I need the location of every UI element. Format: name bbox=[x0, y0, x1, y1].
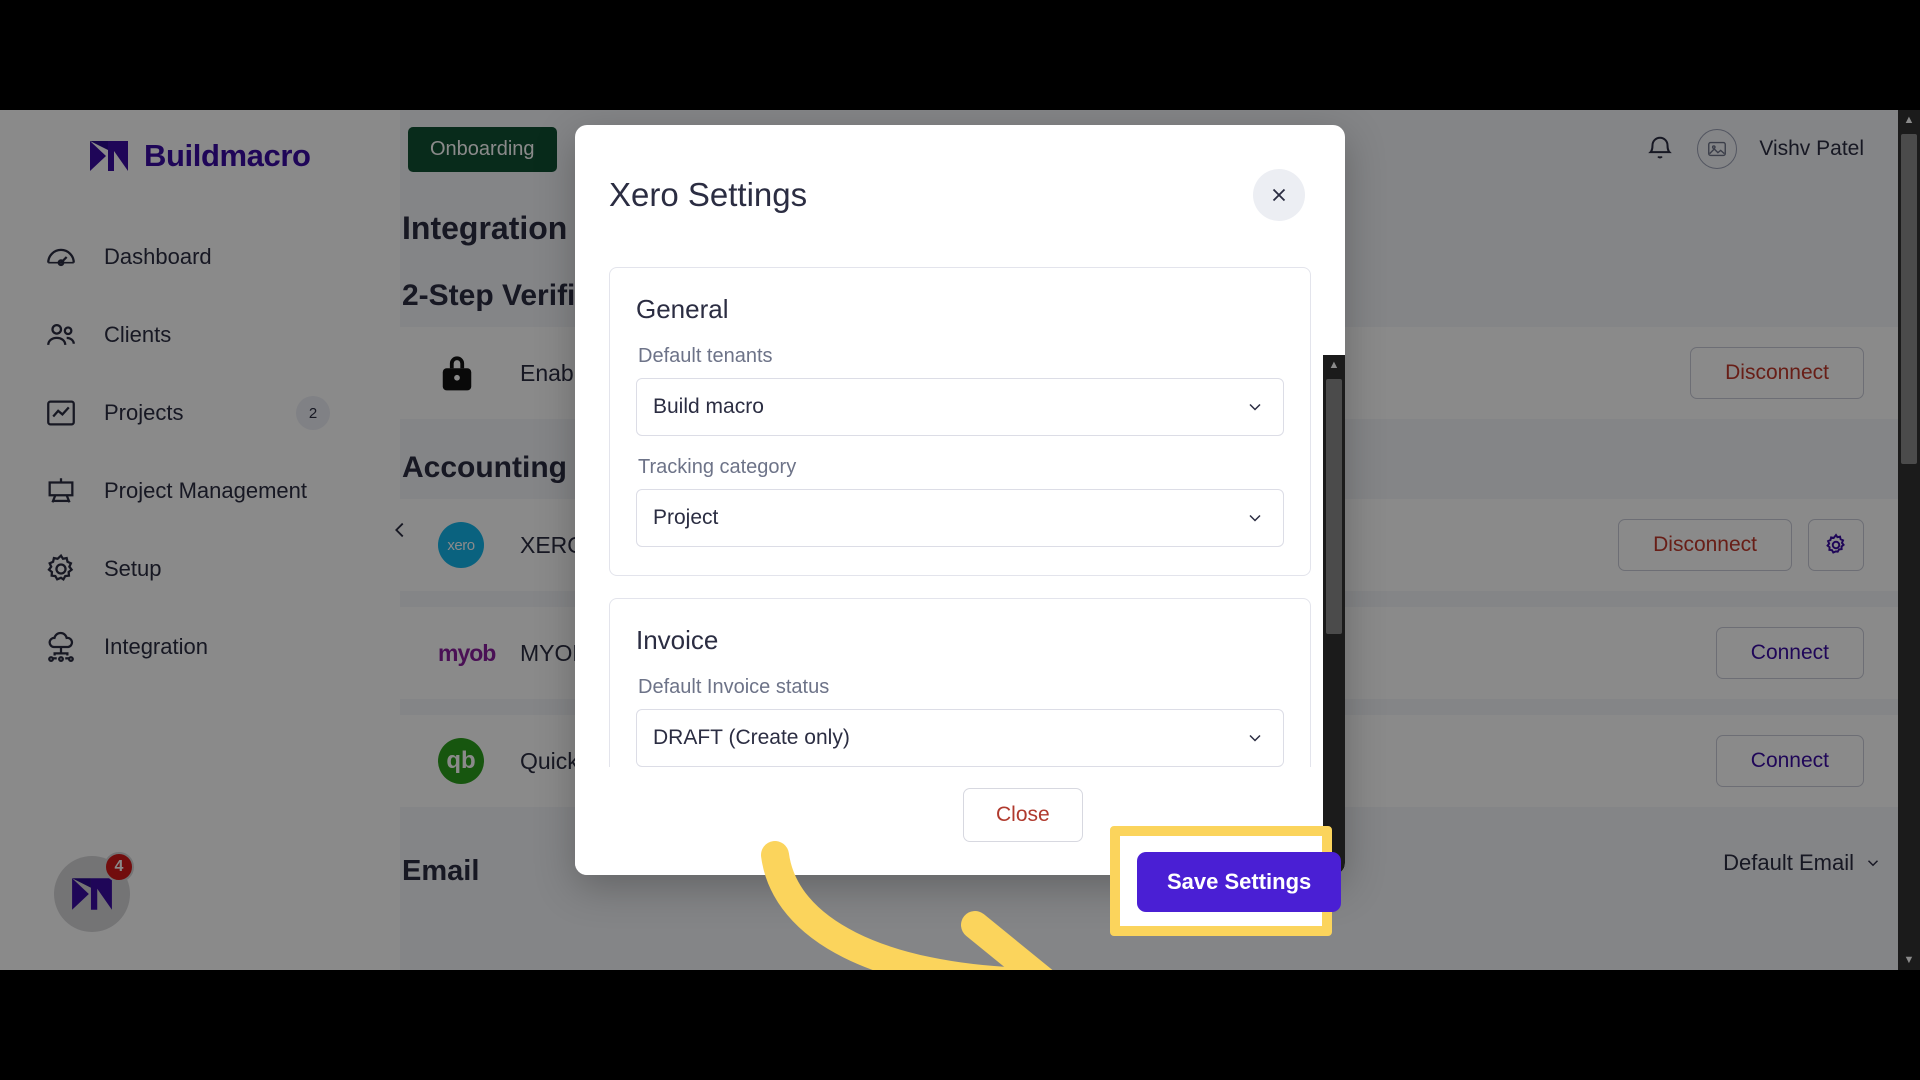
default-tenants-value: Build macro bbox=[653, 395, 764, 418]
general-fieldset: General Default tenants Build macro Trac… bbox=[609, 267, 1311, 576]
field-label-tracking-category: Tracking category bbox=[638, 456, 797, 478]
default-tenants-select[interactable]: Build macro bbox=[636, 378, 1284, 436]
field-label-default-tenants: Default tenants bbox=[638, 345, 773, 367]
scroll-up-arrow-icon[interactable]: ▲ bbox=[1323, 355, 1345, 375]
tracking-category-value: Project bbox=[653, 506, 719, 529]
page-scrollbar[interactable]: ▲ ▼ bbox=[1898, 110, 1920, 970]
invoice-fieldset: Invoice Default Invoice status DRAFT (Cr… bbox=[609, 598, 1311, 767]
default-invoice-status-value: DRAFT (Create only) bbox=[653, 726, 850, 749]
chevron-down-icon bbox=[1249, 514, 1261, 522]
fieldset-heading-general: General bbox=[636, 294, 729, 324]
save-settings-button[interactable]: Save Settings bbox=[1137, 852, 1342, 912]
scroll-down-arrow-icon[interactable]: ▼ bbox=[1898, 950, 1920, 970]
scroll-up-arrow-icon[interactable]: ▲ bbox=[1898, 110, 1920, 130]
modal-title: Xero Settings bbox=[609, 176, 808, 213]
modal-scrollbar-thumb[interactable] bbox=[1326, 379, 1342, 634]
modal-scrollbar[interactable]: ▲ ▼ bbox=[1323, 355, 1345, 875]
xero-settings-modal: Xero Settings General Default tenants Bu… bbox=[575, 125, 1345, 875]
page-scrollbar-thumb[interactable] bbox=[1901, 134, 1917, 464]
close-button[interactable]: Close bbox=[963, 788, 1083, 842]
default-invoice-status-select[interactable]: DRAFT (Create only) bbox=[636, 709, 1284, 767]
close-icon[interactable] bbox=[1253, 169, 1305, 221]
fieldset-heading-invoice: Invoice bbox=[636, 625, 719, 655]
modal-header: Xero Settings bbox=[575, 125, 1345, 221]
chevron-down-icon bbox=[1249, 403, 1261, 411]
app-stage: Buildmacro Dashboard Clients Projects 2 … bbox=[0, 110, 1920, 970]
chevron-down-icon bbox=[1249, 734, 1261, 742]
field-label-default-invoice-status: Default Invoice status bbox=[638, 676, 830, 698]
tracking-category-select[interactable]: Project bbox=[636, 489, 1284, 547]
modal-body: General Default tenants Build macro Trac… bbox=[575, 221, 1345, 767]
